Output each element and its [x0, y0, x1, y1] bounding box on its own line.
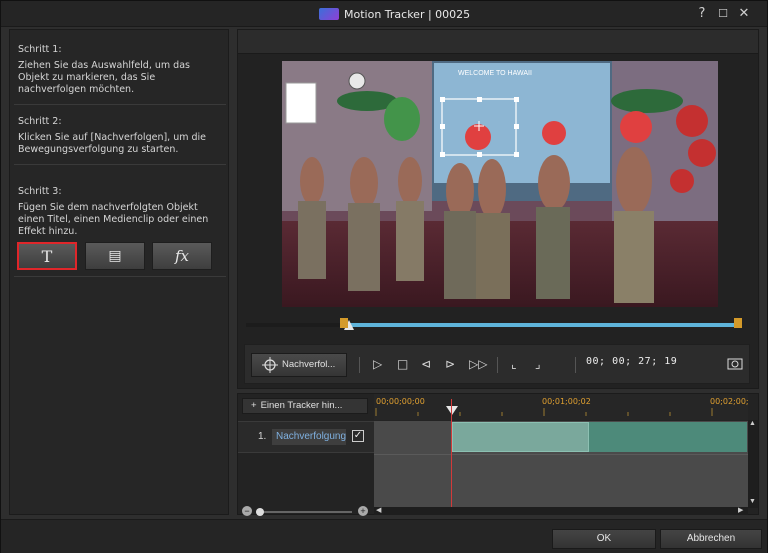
scroll-right-icon[interactable]: ▶ [738, 506, 743, 514]
playhead-line [451, 399, 452, 509]
playback-slider[interactable] [246, 318, 742, 330]
out-marker-icon[interactable] [734, 318, 744, 330]
zoom-slider[interactable] [256, 511, 352, 513]
play-icon[interactable]: ▷ [373, 357, 382, 371]
title-bar: Motion Tracker | 00025 ? ☐ ✕ [1, 1, 767, 27]
timeline-panel: + Einen Tracker hin... 00;00;00;00 00;01;… [237, 393, 759, 516]
cancel-button[interactable]: Abbrechen [660, 529, 762, 549]
app-logo-icon [319, 8, 339, 20]
add-title-button[interactable]: T [17, 242, 77, 270]
step-1: Schritt 1: Ziehen Sie das Auswahlfeld, u… [18, 44, 218, 96]
add-tracker-button[interactable]: + Einen Tracker hin... [242, 398, 368, 414]
banner-text: WELCOME TO HAWAII [458, 70, 532, 77]
crosshair-icon [262, 357, 278, 373]
maximize-button[interactable]: ☐ [714, 5, 732, 23]
preview-header [238, 30, 758, 54]
step-1-heading: Schritt 1: [18, 44, 62, 55]
vertical-scrollbar[interactable]: ▲ ▼ [748, 420, 758, 508]
ruler-label: 00;01;00;02 [542, 397, 591, 406]
video-frame-image: WELCOME TO HAWAII [282, 61, 718, 307]
ruler-label: 00;02;00; [710, 397, 749, 406]
add-effect-button[interactable]: fx [152, 242, 212, 270]
video-preview[interactable]: WELCOME TO HAWAII [282, 61, 718, 307]
ruler-label: 00;00;00;00 [376, 397, 425, 406]
add-media-clip-button[interactable]: ▤ [85, 242, 145, 270]
divider [374, 454, 748, 455]
snapshot-icon[interactable] [727, 357, 743, 371]
divider [14, 164, 226, 165]
add-tracker-label: Einen Tracker hin... [260, 400, 343, 411]
next-frame-icon[interactable]: ⊳ [445, 357, 455, 371]
divider [575, 357, 576, 373]
dialog-footer: OK Abbrechen [1, 519, 767, 553]
track-name[interactable]: Nachverfolgung [272, 429, 346, 445]
tracked-clip-remaining[interactable] [589, 422, 747, 452]
step-2: Schritt 2: Klicken Sie auf [Nachverfolge… [18, 116, 218, 156]
scroll-down-icon[interactable]: ▼ [749, 498, 756, 505]
step-3: Schritt 3: Fügen Sie dem nachverfolgten … [18, 186, 218, 238]
slider-range-fill [349, 323, 739, 327]
step-2-heading: Schritt 2: [18, 116, 62, 127]
divider [359, 357, 360, 373]
scroll-left-icon[interactable]: ◀ [376, 506, 381, 514]
track-index: 1. [258, 431, 267, 442]
zoom-out-icon[interactable]: − [242, 506, 252, 516]
zoom-control: − + [242, 506, 370, 516]
mark-in-icon[interactable]: ⌞ [511, 357, 517, 371]
zoom-slider-thumb[interactable] [256, 508, 264, 516]
divider [14, 104, 226, 105]
plus-icon: + [251, 400, 257, 411]
mark-out-icon[interactable]: ⌟ [535, 357, 541, 371]
motion-tracker-window: Motion Tracker | 00025 ? ☐ ✕ Schritt 1: … [0, 0, 768, 553]
tracked-clip[interactable] [452, 422, 589, 452]
ok-button[interactable]: OK [552, 529, 656, 549]
close-button[interactable]: ✕ [735, 5, 753, 23]
track-enabled-checkbox[interactable]: ✓ [352, 430, 364, 442]
help-button[interactable]: ? [693, 5, 711, 23]
timecode-display: 00; 00; 27; 19 [586, 356, 678, 367]
track-button-label: Nachverfol... [282, 359, 336, 370]
track-button[interactable]: Nachverfol... [251, 353, 347, 377]
track-header: 1. Nachverfolgung ✓ [238, 421, 374, 453]
previous-frame-icon[interactable]: ⊲ [421, 357, 431, 371]
in-marker-icon[interactable] [340, 318, 350, 330]
instructions-panel: Schritt 1: Ziehen Sie das Auswahlfeld, u… [9, 29, 229, 515]
timeline-ruler[interactable]: 00;00;00;00 00;01;00;02 00;02;00; [374, 394, 749, 420]
ruler-ticks [375, 408, 713, 416]
zoom-in-icon[interactable]: + [358, 506, 368, 516]
step-2-text: Klicken Sie auf [Nachverfolgen], um die … [18, 132, 207, 155]
step-1-text: Ziehen Sie das Auswahlfeld, um das Objek… [18, 60, 190, 95]
window-title: Motion Tracker | 00025 [344, 8, 471, 21]
fast-forward-icon[interactable]: ▷▷ [469, 357, 487, 371]
step-3-heading: Schritt 3: [18, 186, 62, 197]
stop-icon[interactable]: □ [397, 357, 408, 371]
scroll-up-icon[interactable]: ▲ [749, 420, 756, 427]
horizontal-scrollbar[interactable]: ◀ ▶ [374, 507, 748, 515]
preview-panel: WELCOME TO HAWAII Nachverfol... ▷ □ ⊲ ⊳ … [237, 29, 759, 389]
divider [14, 276, 226, 277]
divider [497, 357, 498, 373]
step-3-text: Fügen Sie dem nachverfolgten Objekt eine… [18, 202, 209, 237]
playback-controls: Nachverfol... ▷ □ ⊲ ⊳ ▷▷ ⌞ ⌟ 00; 00; 27;… [244, 344, 750, 384]
track-area[interactable] [374, 421, 748, 507]
playhead-marker[interactable] [446, 406, 458, 416]
